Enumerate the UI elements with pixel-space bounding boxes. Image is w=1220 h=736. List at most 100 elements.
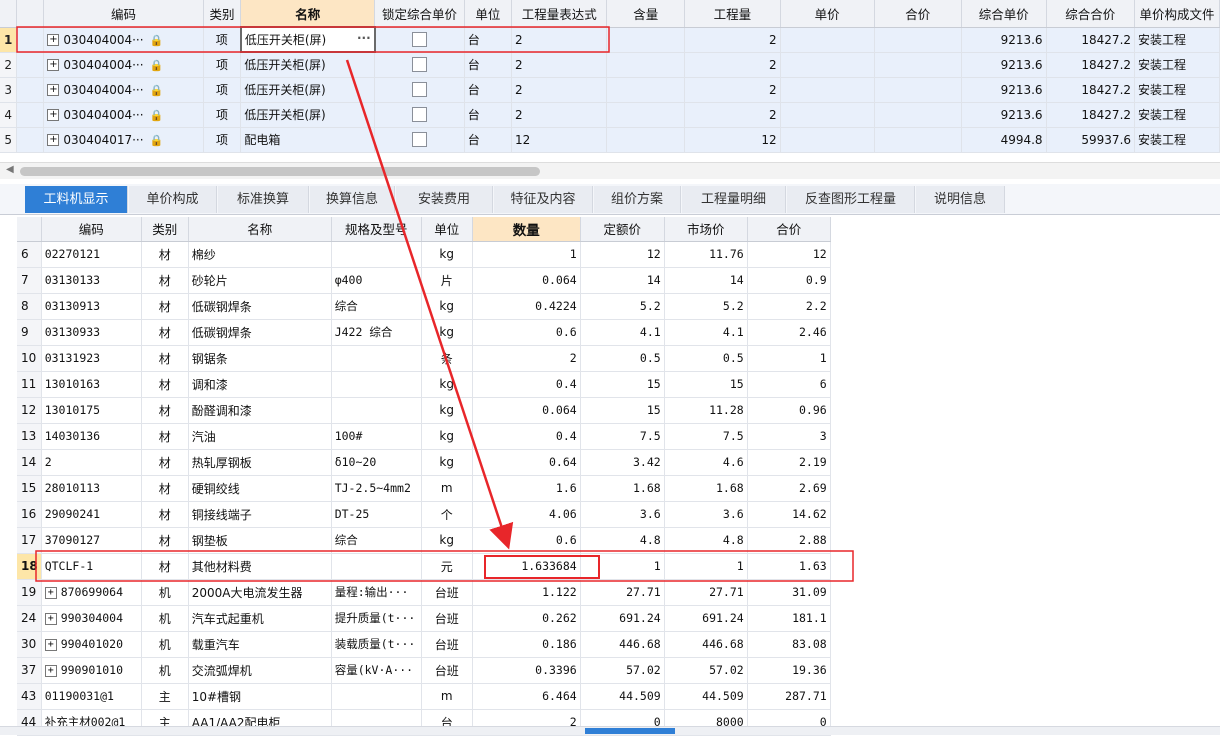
unit-cell[interactable]: m: [421, 683, 473, 710]
market-price-cell[interactable]: 4.8: [664, 527, 748, 554]
code-cell[interactable]: 02270121: [41, 241, 142, 268]
col-lock-price-header[interactable]: 锁定综合单价: [374, 0, 465, 28]
total-cell[interactable]: 2.19: [747, 449, 831, 476]
tab-pricing-plan[interactable]: 组价方案: [594, 186, 681, 213]
row-number[interactable]: 15: [17, 475, 42, 502]
market-price-cell[interactable]: 3.6: [664, 501, 748, 528]
quantity-cell[interactable]: 2: [684, 102, 781, 128]
market-price-cell[interactable]: 446.68: [664, 631, 748, 658]
content-cell[interactable]: [606, 102, 686, 128]
total-cell[interactable]: 3: [747, 423, 831, 450]
spec-cell[interactable]: [331, 241, 422, 268]
unit-cell[interactable]: kg: [421, 449, 473, 476]
type-cell[interactable]: 项: [203, 127, 242, 153]
price-file-cell[interactable]: 安装工程: [1134, 52, 1220, 78]
name-cell[interactable]: 低压开关柜(屏): [240, 52, 376, 78]
quantity-cell[interactable]: 1.122: [472, 579, 581, 606]
name-cell[interactable]: 棉纱: [188, 241, 332, 268]
row-number[interactable]: 14: [17, 449, 42, 476]
quota-price-cell[interactable]: 15: [580, 371, 665, 398]
expand-plus-icon[interactable]: +: [44, 664, 57, 677]
type-cell[interactable]: 材: [141, 527, 189, 554]
tab-quantity-detail[interactable]: 工程量明细: [682, 186, 786, 213]
row-number[interactable]: 19: [17, 579, 42, 606]
type-cell[interactable]: 材: [141, 293, 189, 320]
quantity-cell[interactable]: 0.3396: [472, 657, 581, 684]
total-cell[interactable]: 2.88: [747, 527, 831, 554]
unit-cell[interactable]: 台: [464, 77, 513, 103]
lock-price-cell[interactable]: [374, 27, 465, 53]
unit-cell[interactable]: kg: [421, 293, 473, 320]
row-number[interactable]: 8: [17, 293, 42, 320]
code-cell[interactable]: QTCLF-1: [41, 553, 142, 580]
total-cell[interactable]: 0.9: [747, 267, 831, 294]
comp-price-cell[interactable]: 9213.6: [961, 77, 1047, 103]
spec-cell[interactable]: 综合: [331, 293, 422, 320]
code-cell[interactable]: 03130933: [41, 319, 142, 346]
code-cell[interactable]: 37090127: [41, 527, 142, 554]
row-number[interactable]: 24: [17, 605, 42, 632]
total-cell[interactable]: 2.46: [747, 319, 831, 346]
type-cell[interactable]: 材: [141, 553, 189, 580]
resource-row[interactable]: 8 03130913 材低碳钢焊条 综合 kg 0.4224 5.2 5.2 2.2: [17, 293, 831, 320]
name-cell[interactable]: 低压开关柜(屏): [240, 102, 376, 128]
resource-row[interactable]: 15 28010113 材硬铜绞线 TJ-2.5~4mm2 m 1.6 1.68 1.68 2.…: [17, 475, 831, 502]
expression-cell[interactable]: 2: [511, 52, 608, 78]
content-cell[interactable]: [606, 52, 686, 78]
row-number[interactable]: 13: [17, 423, 42, 450]
total-cell[interactable]: [874, 102, 962, 128]
row-number[interactable]: 4: [0, 102, 18, 128]
price-file-cell[interactable]: 安装工程: [1134, 127, 1220, 153]
comp-total-cell[interactable]: 18427.2: [1046, 102, 1136, 128]
spec-cell[interactable]: DT-25: [331, 501, 422, 528]
bill-item-row[interactable]: 1 +030404004··· 🔒 项低压开关柜(屏) ··· 台 2 2 9213.6 1842…: [0, 26, 1220, 53]
code-cell[interactable]: +030404004··· 🔒: [43, 102, 204, 128]
scroll-left-arrow-icon[interactable]: ◀: [6, 164, 14, 175]
quota-price-cell[interactable]: 5.2: [580, 293, 665, 320]
total-cell[interactable]: 14.62: [747, 501, 831, 528]
spec-cell[interactable]: [331, 345, 422, 372]
code-cell[interactable]: 03130913: [41, 293, 142, 320]
lock-price-cell[interactable]: [374, 102, 465, 128]
quota-price-cell[interactable]: 14: [580, 267, 665, 294]
unit-cell[interactable]: kg: [421, 241, 473, 268]
content-cell[interactable]: [606, 77, 686, 103]
code-cell[interactable]: 28010113: [41, 475, 142, 502]
market-price-cell[interactable]: 14: [664, 267, 748, 294]
row-number[interactable]: 16: [17, 501, 42, 528]
quantity-cell[interactable]: 1.6: [472, 475, 581, 502]
tab-standard-conversion[interactable]: 标准换算: [218, 186, 309, 213]
total-cell[interactable]: 1: [747, 345, 831, 372]
name-cell[interactable]: 其他材料费: [188, 553, 332, 580]
bill-item-row[interactable]: 4 +030404004··· 🔒 项低压开关柜(屏) 台 2 2 9213.6 18427.2…: [0, 102, 1220, 128]
quota-price-cell[interactable]: 57.02: [580, 657, 665, 684]
col-price-file-header[interactable]: 单价构成文件: [1134, 0, 1220, 28]
row-number[interactable]: 9: [17, 319, 42, 346]
comp-total-cell[interactable]: 18427.2: [1046, 27, 1136, 53]
col-name-header[interactable]: 名称: [240, 0, 376, 28]
unit-cell[interactable]: kg: [421, 527, 473, 554]
tab-labor-material-machine[interactable]: 工料机显示: [25, 186, 128, 213]
unit-cell[interactable]: 台: [464, 27, 513, 53]
col-unit-header[interactable]: 单位: [464, 0, 513, 28]
spec-cell[interactable]: [331, 397, 422, 424]
quota-price-cell[interactable]: 0.5: [580, 345, 665, 372]
row-number[interactable]: 30: [17, 631, 42, 658]
quantity-cell[interactable]: 2: [684, 52, 781, 78]
ellipsis-icon[interactable]: ···: [357, 31, 371, 45]
market-price-cell[interactable]: 44.509: [664, 683, 748, 710]
content-cell[interactable]: [606, 27, 686, 53]
expression-cell[interactable]: 12: [511, 127, 608, 153]
quantity-cell[interactable]: 0.64: [472, 449, 581, 476]
expression-cell[interactable]: 2: [511, 77, 608, 103]
col-comp-price-header[interactable]: 综合单价: [961, 0, 1047, 28]
name-cell[interactable]: 10#槽钢: [188, 683, 332, 710]
quantity-cell[interactable]: 0.6: [472, 527, 581, 554]
spec-cell[interactable]: 容量(kV·A···: [331, 657, 422, 684]
col-type-header[interactable]: 类别: [203, 0, 242, 28]
row-number[interactable]: 18: [17, 553, 42, 580]
spec-cell[interactable]: φ400: [331, 267, 422, 294]
resource-row[interactable]: 7 03130133 材砂轮片 φ400 片 0.064 14 14 0.9: [17, 267, 831, 294]
col-total-header[interactable]: 合价: [747, 217, 831, 242]
col-quantity-header[interactable]: 工程量: [684, 0, 781, 28]
